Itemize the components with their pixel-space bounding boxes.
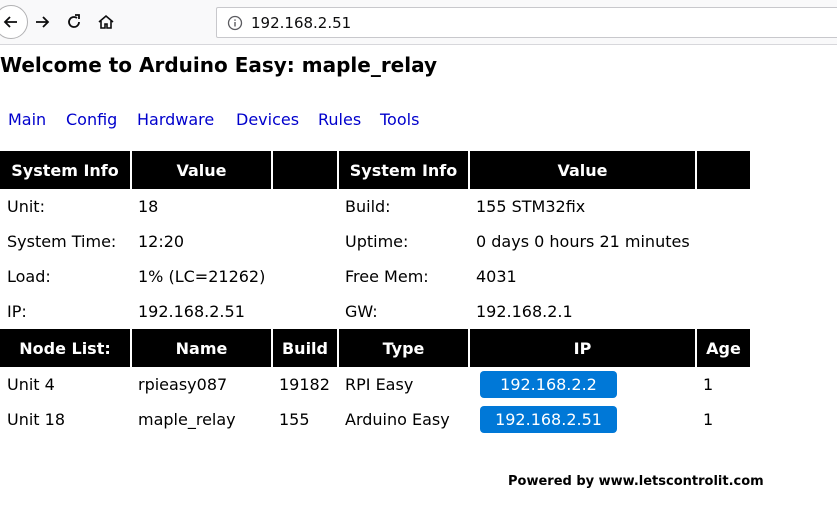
node-age: 1 [703,410,714,429]
page-title: Welcome to Arduino Easy: maple_relay [0,53,438,77]
address-bar[interactable]: 192.168.2.51 [216,7,837,38]
node-row: Unit 4 rpieasy087 19182 RPI Easy 192.168… [0,367,750,402]
label-cell: Free Mem: [345,267,429,286]
back-button[interactable] [0,5,28,39]
node-build: 19182 [279,375,330,394]
empty-cell [272,224,338,259]
column-header [696,151,750,189]
menu-link-config[interactable]: Config [66,110,117,129]
value-cell: 18 [138,197,159,216]
sysinfo-header-row: System Info Value System Info Value [0,151,750,189]
label-cell: GW: [345,302,378,321]
node-ip-cell: 192.168.2.51 [469,402,696,437]
column-header: Age [696,329,750,367]
back-arrow-icon [3,16,17,28]
node-row: Unit 18 maple_relay 155 Arduino Easy 192… [0,402,750,437]
value-cell: 192.168.2.1 [476,302,573,321]
home-icon [98,14,114,29]
node-type: Arduino Easy [345,410,450,429]
value-cell: 1% (LC=21262) [138,267,266,286]
node-unit: Unit 4 [7,375,55,394]
empty-cell [272,259,338,294]
menu-link-main[interactable]: Main [8,110,46,129]
empty-cell [272,189,338,224]
column-header: Value [131,151,273,189]
column-header: Name [131,329,273,367]
column-header [272,151,339,189]
reload-button[interactable] [60,8,88,36]
browser-toolbar: 192.168.2.51 [0,0,837,45]
menu-link-hardware[interactable]: Hardware [137,110,214,129]
reload-icon [68,14,80,28]
node-ip-button[interactable]: 192.168.2.51 [480,406,617,433]
node-age: 1 [703,375,714,394]
nodelist-header-row: Node List: Name Build Type IP Age [0,329,750,367]
menu-link-devices[interactable]: Devices [236,110,299,129]
column-header: Type [338,329,470,367]
table-row: Load: 1% (LC=21262) Free Mem: 4031 [0,259,750,294]
menu-link-rules[interactable]: Rules [318,110,361,129]
forward-button[interactable] [28,8,56,36]
node-build: 155 [279,410,310,429]
node-type: RPI Easy [345,375,414,394]
column-header: Build [272,329,339,367]
forward-arrow-icon [36,16,50,28]
value-cell: 12:20 [138,232,185,251]
column-header: System Info [0,151,132,189]
table-row: Unit: 18 Build: 155 STM32fix [0,189,750,224]
value-cell: 192.168.2.51 [138,302,245,321]
value-cell: 0 days 0 hours 21 minutes [476,232,690,251]
node-unit: Unit 18 [7,410,66,429]
value-cell: 155 STM32fix [476,197,586,216]
empty-cell [696,189,750,224]
label-cell: Load: [7,267,51,286]
label-cell: Uptime: [345,232,409,251]
home-button[interactable] [92,8,120,36]
table-row: System Time: 12:20 Uptime: 0 days 0 hour… [0,224,750,259]
empty-cell [696,294,750,329]
column-header: Value [469,151,697,189]
table-row: IP: 192.168.2.51 GW: 192.168.2.1 [0,294,750,329]
label-cell: System Time: [7,232,117,251]
label-cell: IP: [7,302,27,321]
url-text[interactable]: 192.168.2.51 [251,14,351,32]
menu-link-tools[interactable]: Tools [380,110,419,129]
column-header: IP [469,329,697,367]
info-icon[interactable] [227,15,243,31]
label-cell: Unit: [7,197,45,216]
node-name: rpieasy087 [138,375,228,394]
value-cell: 4031 [476,267,517,286]
powered-by-footer: Powered by www.letscontrolit.com [508,474,764,489]
node-name: maple_relay [138,410,236,429]
empty-cell [696,224,750,259]
column-header: System Info [338,151,470,189]
node-ip-button[interactable]: 192.168.2.2 [480,371,617,398]
empty-cell [696,259,750,294]
info-table: System Info Value System Info Value Unit… [0,151,750,437]
empty-cell [272,294,338,329]
column-header: Node List: [0,329,132,367]
label-cell: Build: [345,197,391,216]
node-ip-cell: 192.168.2.2 [469,367,696,402]
